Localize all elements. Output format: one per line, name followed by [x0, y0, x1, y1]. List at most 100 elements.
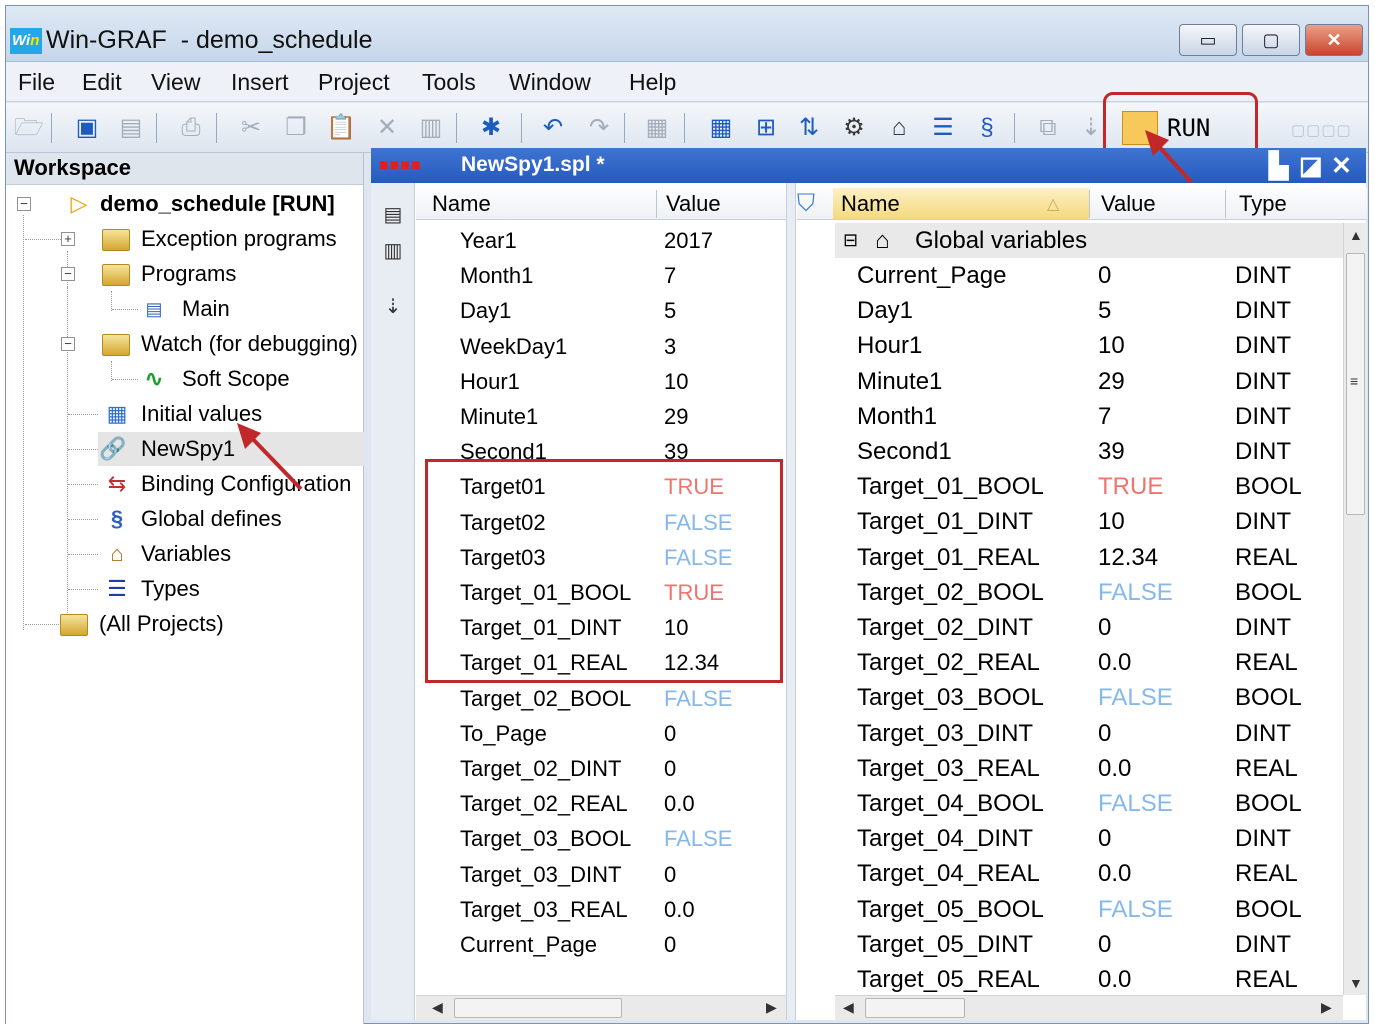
variable-row[interactable]: Second1 39 DINT [835, 434, 1343, 469]
spy-hscrollbar[interactable]: ◀ ▶ [416, 995, 786, 1020]
variable-row[interactable]: Target_03_DINT 0 DINT [835, 716, 1343, 751]
copy-icon[interactable]: ❐ [281, 113, 311, 143]
spy-row-value[interactable]: FALSE [664, 686, 732, 712]
spy-row[interactable]: Target_03_REAL 0.0 [416, 892, 786, 927]
insert-row-icon[interactable]: ▤ [379, 201, 407, 229]
spy-row[interactable]: Target_03_BOOL FALSE [416, 821, 786, 856]
defines-icon[interactable]: § [972, 113, 1002, 143]
spy-row-value[interactable]: 2017 [664, 228, 713, 254]
spy-row[interactable]: WeekDay1 3 [416, 329, 786, 364]
variable-value[interactable]: TRUE [1098, 473, 1163, 501]
cut-icon[interactable]: ✂ [236, 113, 266, 143]
collapse-icon[interactable]: − [17, 197, 31, 211]
tree-item-all-projects[interactable]: (All Projects) [6, 607, 364, 641]
variable-row[interactable]: Target_03_REAL 0.0 REAL [835, 751, 1343, 786]
variable-value[interactable]: 0.0 [1098, 860, 1131, 888]
variable-value[interactable]: 0 [1098, 720, 1111, 748]
spy-row-value[interactable]: FALSE [664, 826, 732, 852]
menu-help[interactable]: Help [629, 69, 676, 96]
variable-value[interactable]: 0 [1098, 931, 1111, 959]
close-spy-icon[interactable]: ✕ [1331, 151, 1352, 181]
spy-row-value[interactable]: 0.0 [664, 897, 695, 923]
debug-icon[interactable]: ⚙ [839, 113, 869, 143]
spy-row[interactable]: Month1 7 [416, 258, 786, 293]
variable-value[interactable]: 10 [1098, 332, 1125, 360]
spy-row-value[interactable]: 10 [664, 369, 688, 395]
variable-value[interactable]: FALSE [1098, 579, 1173, 607]
variable-value[interactable]: 0.0 [1098, 966, 1131, 994]
variable-value[interactable]: FALSE [1098, 684, 1173, 712]
spy-row-value[interactable]: 7 [664, 263, 676, 289]
home-icon[interactable]: ⌂ [884, 113, 914, 143]
spy-row-value[interactable]: 0 [664, 932, 676, 958]
variable-row[interactable]: Target_05_DINT 0 DINT [835, 927, 1343, 962]
variable-row[interactable]: Current_Page 0 DINT [835, 258, 1343, 293]
tree-item-project[interactable]: − ▷ demo_schedule [RUN] [6, 187, 364, 221]
spy-row[interactable]: Year1 2017 [416, 223, 786, 258]
save-as-icon[interactable]: ▤ [116, 113, 146, 143]
spy-row-value[interactable]: 0 [664, 862, 676, 888]
network-icon[interactable]: ⊞ [751, 113, 781, 143]
spy-row[interactable]: To_Page 0 [416, 716, 786, 751]
undo-icon[interactable]: ↶ [538, 113, 568, 143]
variable-value[interactable]: 0 [1098, 614, 1111, 642]
menu-view[interactable]: View [151, 69, 200, 96]
panel-splitter[interactable] [786, 183, 796, 1020]
expand-icon[interactable]: + [61, 232, 75, 246]
variable-row[interactable]: Target_01_BOOL TRUE BOOL [835, 469, 1343, 504]
variable-row[interactable]: Target_05_BOOL FALSE BOOL [835, 892, 1343, 927]
variable-row[interactable]: Hour1 10 DINT [835, 328, 1343, 363]
minimize-button[interactable]: ▭ [1179, 24, 1237, 56]
build-icon[interactable]: ▦ [642, 113, 672, 143]
move-down-icon[interactable]: ⇣ [379, 293, 407, 321]
collapse-icon[interactable]: ⊟ [843, 230, 858, 251]
variable-row[interactable]: Target_02_BOOL FALSE BOOL [835, 575, 1343, 610]
maximize-button[interactable]: ▢ [1242, 24, 1300, 56]
spy-row[interactable]: Target_02_DINT 0 [416, 751, 786, 786]
tree-item-global-defines[interactable]: § Global defines [6, 502, 364, 536]
variable-row[interactable]: Month1 7 DINT [835, 399, 1343, 434]
dock-icon[interactable]: ◪ [1299, 151, 1323, 181]
global-variables-group[interactable]: ⊟ ⌂ Global variables [835, 223, 1343, 258]
download-icon[interactable]: ⇣ [1076, 113, 1106, 143]
tree-item-soft-scope[interactable]: ∿ Soft Scope [6, 362, 364, 396]
close-button[interactable]: ✕ [1305, 24, 1363, 56]
variable-value[interactable]: 0 [1098, 825, 1111, 853]
menu-insert[interactable]: Insert [231, 69, 289, 96]
spy-row-value[interactable]: 3 [664, 334, 676, 360]
tree-item-variables[interactable]: ⌂ Variables [6, 537, 364, 571]
variable-row[interactable]: Target_02_DINT 0 DINT [835, 610, 1343, 645]
tree-item-programs[interactable]: − Programs [6, 257, 364, 291]
clear-icon[interactable]: ▥ [416, 113, 446, 143]
delete-icon[interactable]: ✕ [372, 113, 402, 143]
spy-row[interactable]: Day1 5 [416, 293, 786, 328]
collapse-icon[interactable]: − [61, 267, 75, 281]
variables-hscrollbar[interactable]: ◀ ▶ [835, 995, 1343, 1020]
paste-icon[interactable]: 📋 [326, 113, 356, 143]
variable-value[interactable]: 10 [1098, 508, 1125, 536]
tree-item-exception-programs[interactable]: + Exception programs [6, 222, 364, 256]
variable-value[interactable]: FALSE [1098, 790, 1173, 818]
spy-row-value[interactable]: 0 [664, 756, 676, 782]
spy-row-value[interactable]: 0.0 [664, 791, 695, 817]
variable-row[interactable]: Target_04_REAL 0.0 REAL [835, 856, 1343, 891]
variable-value[interactable]: 39 [1098, 438, 1125, 466]
variable-value[interactable]: 12.34 [1098, 544, 1158, 572]
variable-value[interactable]: 0.0 [1098, 649, 1131, 677]
tree-item-types[interactable]: ☰ Types [6, 572, 364, 606]
spy-row-value[interactable]: 5 [664, 298, 676, 324]
menu-window[interactable]: Window [509, 69, 591, 96]
grid-icon[interactable]: ▦ [706, 113, 736, 143]
variable-row[interactable]: Target_01_DINT 10 DINT [835, 504, 1343, 539]
variable-row[interactable]: Target_04_BOOL FALSE BOOL [835, 786, 1343, 821]
variable-row[interactable]: Target_01_REAL 12.34 REAL [835, 540, 1343, 575]
io-icon[interactable]: ⇅ [794, 113, 824, 143]
spy-row-value[interactable]: 0 [664, 721, 676, 747]
window-icon[interactable]: ⧉ [1033, 113, 1063, 143]
variable-row[interactable]: Minute1 29 DINT [835, 364, 1343, 399]
collapse-icon[interactable]: − [61, 337, 75, 351]
variables-vscrollbar[interactable]: ▲ ≡ ▼ [1343, 223, 1367, 995]
variable-value[interactable]: 0 [1098, 262, 1111, 290]
save-icon[interactable]: ▣ [72, 113, 102, 143]
spy-row[interactable]: Hour1 10 [416, 364, 786, 399]
